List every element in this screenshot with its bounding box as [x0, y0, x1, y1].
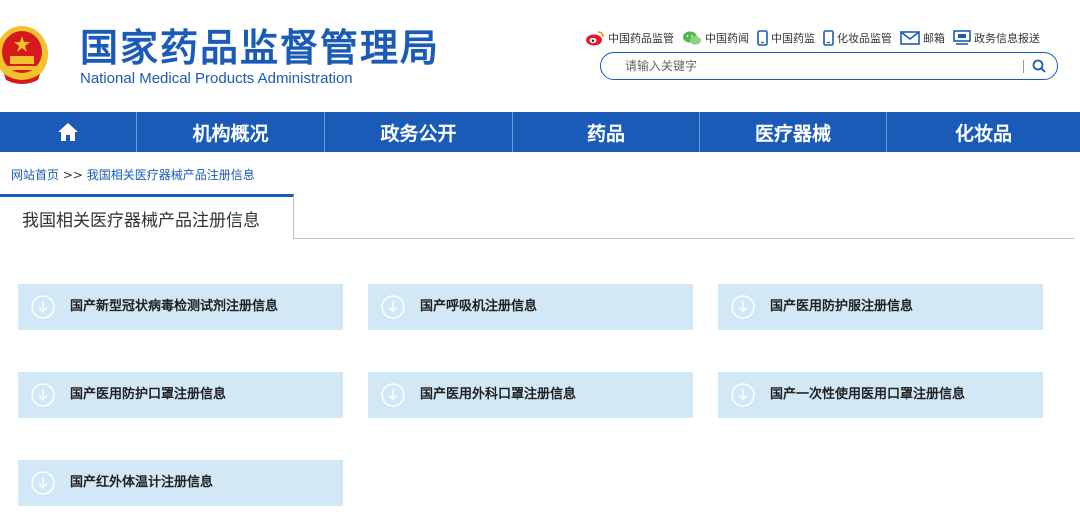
- card-label: 国产红外体温计注册信息: [70, 475, 214, 490]
- nav-item-cosmetics[interactable]: 化妆品: [887, 112, 1080, 152]
- card-protective-suit[interactable]: 国产医用防护服注册信息: [718, 284, 1043, 330]
- toplink-mail[interactable]: 邮箱: [900, 30, 945, 46]
- download-icon: [731, 295, 755, 319]
- site-title: 国家药品监督管理局: [80, 26, 441, 70]
- card-label: 国产新型冠状病毒检测试剂注册信息: [70, 299, 279, 314]
- toplink-label: 中国药监: [771, 32, 815, 45]
- download-icon: [31, 383, 55, 407]
- card-label: 国产医用外科口罩注册信息: [420, 387, 577, 402]
- card-covid-test-reagent[interactable]: 国产新型冠状病毒检测试剂注册信息: [18, 284, 343, 330]
- tab-device-registration[interactable]: 我国相关医疗器械产品注册信息: [0, 194, 294, 240]
- breadcrumb-separator: >>: [62, 168, 83, 182]
- download-icon: [381, 383, 405, 407]
- toplink-label: 中国药品监管: [608, 32, 674, 45]
- toplink-label: 邮箱: [923, 32, 945, 45]
- card-disposable-mask[interactable]: 国产一次性使用医用口罩注册信息: [718, 372, 1043, 418]
- search-input[interactable]: [625, 57, 1005, 75]
- mobile-icon: [757, 30, 768, 46]
- toplink-weibo[interactable]: 中国药品监管: [585, 30, 674, 46]
- card-surgical-mask[interactable]: 国产医用外科口罩注册信息: [368, 372, 693, 418]
- card-protective-mask[interactable]: 国产医用防护口罩注册信息: [18, 372, 343, 418]
- download-icon: [31, 295, 55, 319]
- search-divider: [1023, 60, 1024, 73]
- nav-item-medical-devices[interactable]: 医疗器械: [700, 112, 887, 152]
- nav-item-government-affairs[interactable]: 政务公开: [325, 112, 513, 152]
- breadcrumb-current[interactable]: 我国相关医疗器械产品注册信息: [87, 168, 255, 182]
- top-links: 中国药品监管 中国药闻 中国药监 化妆品监管 邮箱 政务信息报送: [585, 28, 1048, 48]
- download-icon: [731, 383, 755, 407]
- nav-item-institution[interactable]: 机构概况: [137, 112, 325, 152]
- card-label: 国产一次性使用医用口罩注册信息: [770, 387, 966, 402]
- home-icon: [58, 123, 78, 141]
- toplink-cosmetics-app[interactable]: 化妆品监管: [823, 30, 892, 46]
- mail-icon: [900, 31, 920, 45]
- card-label: 国产医用防护口罩注册信息: [70, 387, 227, 402]
- nav-home[interactable]: [0, 112, 137, 152]
- search-icon: [1032, 59, 1046, 73]
- card-label: 国产医用防护服注册信息: [770, 299, 914, 314]
- national-emblem-icon: [0, 26, 48, 84]
- breadcrumb-home-link[interactable]: 网站首页: [11, 168, 59, 182]
- monitor-icon: [953, 30, 971, 45]
- toplink-gov-report[interactable]: 政务信息报送: [953, 30, 1040, 46]
- tab-label: 我国相关医疗器械产品注册信息: [22, 210, 260, 231]
- mobile-icon: [823, 30, 834, 46]
- breadcrumb: 网站首页 >> 我国相关医疗器械产品注册信息: [11, 166, 255, 183]
- card-ventilator[interactable]: 国产呼吸机注册信息: [368, 284, 693, 330]
- toplink-label: 化妆品监管: [837, 32, 892, 45]
- weibo-icon: [586, 31, 604, 46]
- card-label: 国产呼吸机注册信息: [420, 299, 538, 314]
- search-box: [600, 52, 1058, 80]
- wechat-icon: [683, 31, 701, 45]
- toplink-label: 政务信息报送: [974, 32, 1040, 45]
- download-icon: [381, 295, 405, 319]
- main-nav: 机构概况 政务公开 药品 医疗器械 化妆品: [0, 112, 1080, 152]
- toplink-label: 中国药闻: [705, 32, 749, 45]
- nav-item-drugs[interactable]: 药品: [513, 112, 700, 152]
- toplink-wechat[interactable]: 中国药闻: [682, 30, 749, 46]
- card-infrared-thermometer[interactable]: 国产红外体温计注册信息: [18, 460, 343, 506]
- site-title-english: National Medical Products Administration: [80, 70, 353, 87]
- download-icon: [31, 471, 55, 495]
- search-button[interactable]: [1029, 57, 1049, 75]
- site-header: 国家药品监督管理局 National Medical Products Admi…: [0, 0, 1080, 110]
- toplink-mobile-app[interactable]: 中国药监: [757, 30, 815, 46]
